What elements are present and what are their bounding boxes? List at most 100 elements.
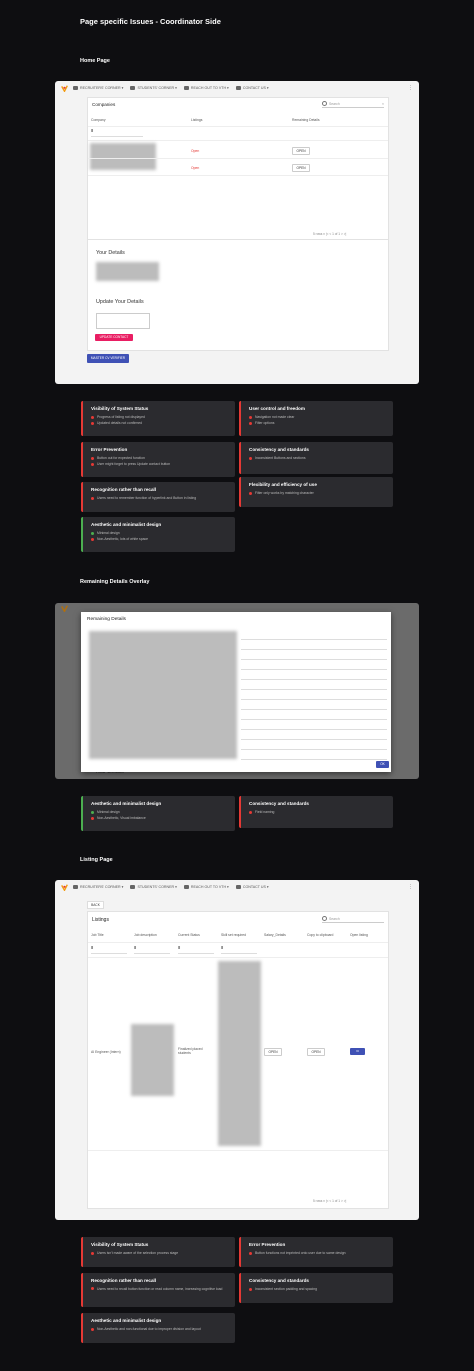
clear-icon[interactable]: × [382,102,384,106]
bad-point-icon [91,421,94,425]
search-input[interactable]: Search [322,915,384,923]
bad-point-icon [91,462,94,466]
nav-reach-out[interactable]: REACH OUT TO VTH ▾ [183,86,229,90]
search-icon [322,916,327,921]
col-remaining-details[interactable]: Remaining Details [292,118,320,122]
good-point-icon [91,810,94,814]
more-menu-icon[interactable]: ⋮ [408,85,413,91]
redacted-description [131,1024,174,1096]
companies-card: Companies Search × Company Listings Remai… [87,97,389,245]
home-screenshot: RECRUITERS' CORNER ▾ STUDENTS' CORNER ▾ … [55,81,419,384]
section-title-home: Home Page [80,58,110,64]
listings-card: Listings Search Job Title Job descriptio… [87,911,389,1209]
master-cv-verifier-button[interactable]: MASTER CV VERIFIER [87,354,129,363]
bad-point-icon [91,537,94,541]
bad-point-icon [249,456,252,460]
nav-students-corner[interactable]: STUDENTS' CORNER ▾ [130,86,177,90]
bad-point-icon [249,415,252,419]
filter-icon[interactable]: ⩩ [91,128,93,133]
filter-icon[interactable]: ⩩ [134,945,136,950]
col-company[interactable]: Company [91,118,106,122]
section-title-listing: Listing Page [80,857,113,863]
nav-contact-us[interactable]: CONTACT US ▾ [235,86,269,90]
details-card: Your Details Update Your Details UPDATE … [87,239,389,351]
bad-point-icon [249,491,252,495]
companies-title: Companies [92,102,116,107]
issue-card: Aesthetic and minimalist design Minimal … [81,796,235,831]
open-listing-icon[interactable]: ⧉ [350,1048,365,1055]
issue-card: Consistency and standards Inconsistent s… [239,1273,393,1303]
bad-point-icon [249,810,252,814]
people-icon [235,885,241,889]
issue-card: Aesthetic and minimalist design Non-Aest… [81,1313,235,1343]
contact-card-icon [183,885,189,889]
logo-icon [61,883,68,891]
open-button[interactable]: OPEN [292,164,310,172]
listings-title: Listings [92,917,109,923]
redacted-skills [218,961,261,1146]
col-listings[interactable]: Listings [191,118,203,122]
issue-card: Error Prevention Button out for expected… [81,442,235,477]
nav-recruiters-corner[interactable]: RECRUITERS' CORNER ▾ [73,885,123,889]
filter-icon[interactable]: ⩩ [91,945,93,950]
logo-icon [61,605,68,612]
col-open-listing[interactable]: Open listing [350,933,368,937]
issue-card: Error Prevention Button functions not im… [239,1237,393,1267]
graduation-icon [130,86,136,90]
issue-card: Consistency and standards Field naming [239,796,393,828]
bad-point-icon [91,1251,94,1255]
contact-input[interactable] [96,313,150,329]
good-point-icon [91,531,94,535]
listing-link[interactable]: Open [191,166,199,170]
col-current-status[interactable]: Current Status [178,933,200,937]
listing-screenshot: RECRUITERS' CORNER ▾ STUDENTS' CORNER ▾ … [55,880,419,1220]
col-salary-details[interactable]: Salary_Details [264,933,286,937]
search-input[interactable]: Search × [322,100,384,108]
col-job-description[interactable]: Job description [134,933,157,937]
people-icon [235,86,241,90]
back-button[interactable]: BACK [87,901,104,909]
col-copy-clipboard[interactable]: Copy to clipboard [307,933,333,937]
job-title-cell: AI Engineer (Intern) [91,1050,121,1054]
issue-card: Visibility of System Status Users isn't … [81,1237,235,1267]
bad-point-icon [249,1287,252,1291]
app-bar: RECRUITERS' CORNER ▾ STUDENTS' CORNER ▾ … [55,880,419,894]
col-job-title[interactable]: Job Title [91,933,104,937]
nav-students-corner[interactable]: STUDENTS' CORNER ▾ [130,885,177,889]
section-title-overlay: Remaining Details Overlay [80,579,150,585]
issue-card: Visibility of System Status Progress of … [81,401,235,436]
nav-recruiters-corner[interactable]: RECRUITERS' CORNER ▾ [73,86,123,90]
app-bar: RECRUITERS' CORNER ▾ STUDENTS' CORNER ▾ … [55,81,419,95]
nav-reach-out[interactable]: REACH OUT TO VTH ▾ [183,885,229,889]
bad-point-icon [91,816,94,820]
bad-point-icon [91,456,94,460]
status-cell: Finalized placed students [178,1047,203,1055]
issue-card: Consistency and standards Inconsistent B… [239,442,393,474]
redacted-details [89,631,237,759]
filter-icon[interactable]: ⩩ [221,945,223,950]
bad-point-icon [249,421,252,425]
open-button[interactable]: OPEN [307,1048,325,1056]
overlay-screenshot: Your Details Remaining Details OK [55,603,419,779]
more-menu-icon[interactable]: ⋮ [408,884,413,890]
issue-card: User control and freedom Navigation not … [239,401,393,436]
update-contact-button[interactable]: UPDATE CONTACT [95,334,133,341]
bad-point-icon [91,1287,94,1290]
issue-card: Aesthetic and minimalist design Minimal … [81,517,235,552]
remaining-details-dialog: Remaining Details OK [81,612,391,772]
nav-contact-us[interactable]: CONTACT US ▾ [235,885,269,889]
dialog-title: Remaining Details [87,617,126,622]
open-button[interactable]: OPEN [292,147,310,155]
ok-button[interactable]: OK [376,761,389,768]
redacted-details [96,262,159,281]
your-details-heading: Your Details [96,250,125,256]
building-icon [73,885,78,889]
filter-icon[interactable]: ⩩ [178,945,180,950]
col-skill-set[interactable]: Skill set required [221,933,246,937]
bad-point-icon [91,1327,94,1331]
contact-card-icon [183,86,189,90]
pagination[interactable]: 5 rows ▾ |< < 1 of 1 > >| [313,1199,346,1203]
open-button[interactable]: OPEN [264,1048,282,1056]
pagination[interactable]: 5 rows ▾ |< < 1 of 1 > >| [313,232,346,236]
listing-link[interactable]: Open [191,149,199,153]
